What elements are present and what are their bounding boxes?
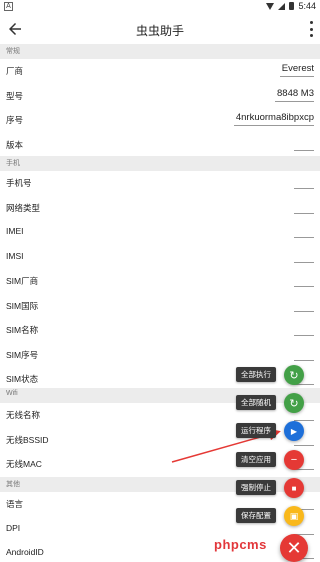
row-label: AndroidID [6,547,44,557]
row-value-field[interactable] [294,175,314,189]
row-value-field[interactable] [294,224,314,238]
row-label: IMEI [6,226,24,236]
stop-icon: ■ [291,483,297,493]
list-row: 手机号 [0,171,320,195]
row-label: SIM状态 [6,374,39,384]
row-label: 型号 [6,90,24,101]
list-row: 版本 [0,133,320,157]
list-row: IMSI [0,245,320,269]
fab-button[interactable]: ↻ [284,393,304,413]
section-header: 手机 [0,156,320,171]
list-row: 序号 4nrkuorma8ibpxcp [0,108,320,132]
save-icon: ▣ [289,510,299,521]
row-label: SIM厂商 [6,276,39,286]
more-options-icon[interactable] [308,21,314,37]
list-row: 网络类型 [0,196,320,220]
fab-label[interactable]: 清空应用 [236,452,276,467]
row-value-field[interactable] [294,249,314,263]
list-row: 厂商 Everest [0,59,320,83]
fab-label[interactable]: 强制停止 [236,480,276,495]
list-row: 型号 8848 M3 [0,84,320,108]
minus-icon: − [290,454,298,466]
status-time: 5:44 [298,1,316,11]
row-label: 版本 [6,139,24,150]
row-label: 厂商 [6,66,24,76]
row-value-field[interactable] [294,137,314,151]
play-icon: ▶ [290,426,298,436]
status-icons: 5:44 [266,1,316,11]
list-row: SIM名称 [0,318,320,342]
section-header-label: 手机 [6,160,20,167]
list-row: IMEI [0,220,320,244]
status-bar: A 5:44 [0,0,320,14]
signal-icon [278,2,286,10]
list-row: AndroidID [0,541,320,562]
watermark: phpcms [214,537,267,552]
row-label: 无线BSSID [6,434,49,445]
row-value-field[interactable] [294,298,314,312]
list-row: SIM厂商 [0,269,320,293]
page-title: 虫虫助手 [135,24,184,38]
refresh-icon: ↻ [289,397,299,410]
fab-label[interactable]: 全部执行 [236,367,276,382]
row-value-field[interactable] [294,200,314,214]
section-header-label: 常规 [6,48,20,55]
row-value-field[interactable] [294,322,314,336]
row-label: 无线名称 [6,410,41,420]
row-label: SIM序号 [6,349,39,360]
fab-button[interactable]: ▶ [284,421,304,441]
notification-icon: A [4,2,13,11]
close-icon: ✕ [286,538,302,558]
section-header-label: Wifi [6,390,18,397]
row-label: SIM国际 [6,300,39,311]
fab-label[interactable]: 保存配置 [236,508,276,523]
row-label: 序号 [6,115,24,125]
list-row: SIM序号 [0,343,320,367]
row-value-field[interactable]: Everest [279,63,314,77]
fab-button[interactable]: ↻ [284,365,304,385]
fab-label[interactable]: 全部随机 [236,395,276,410]
row-value-field[interactable]: 8848 M3 [275,88,314,102]
row-value-field[interactable] [294,347,314,361]
fab-button[interactable]: ■ [284,478,304,498]
row-value-field[interactable] [294,273,314,287]
refresh-icon: ↻ [289,369,299,382]
fab-button[interactable]: ▣ [284,506,304,526]
row-label: 语言 [6,499,24,509]
list-row: SIM国际 [0,294,320,318]
battery-icon [289,2,295,10]
row-label: IMSI [6,250,24,261]
row-label: 手机号 [6,178,32,188]
section-header-label: 其他 [6,481,20,488]
wifi-icon [266,2,275,10]
row-label: DPI [6,522,21,533]
fab-button[interactable]: − [284,450,304,470]
fab-main-close-button[interactable]: ✕ [280,534,308,562]
fab-label[interactable]: 运行程序 [236,423,276,438]
row-label: 网络类型 [6,202,41,213]
app-bar: 虫虫助手 [0,14,320,44]
section-header: 常规 [0,44,320,59]
row-value-field[interactable]: 4nrkuorma8ibpxcp [233,112,314,126]
row-label: 无线MAC [6,459,42,469]
row-label: SIM名称 [6,325,39,335]
